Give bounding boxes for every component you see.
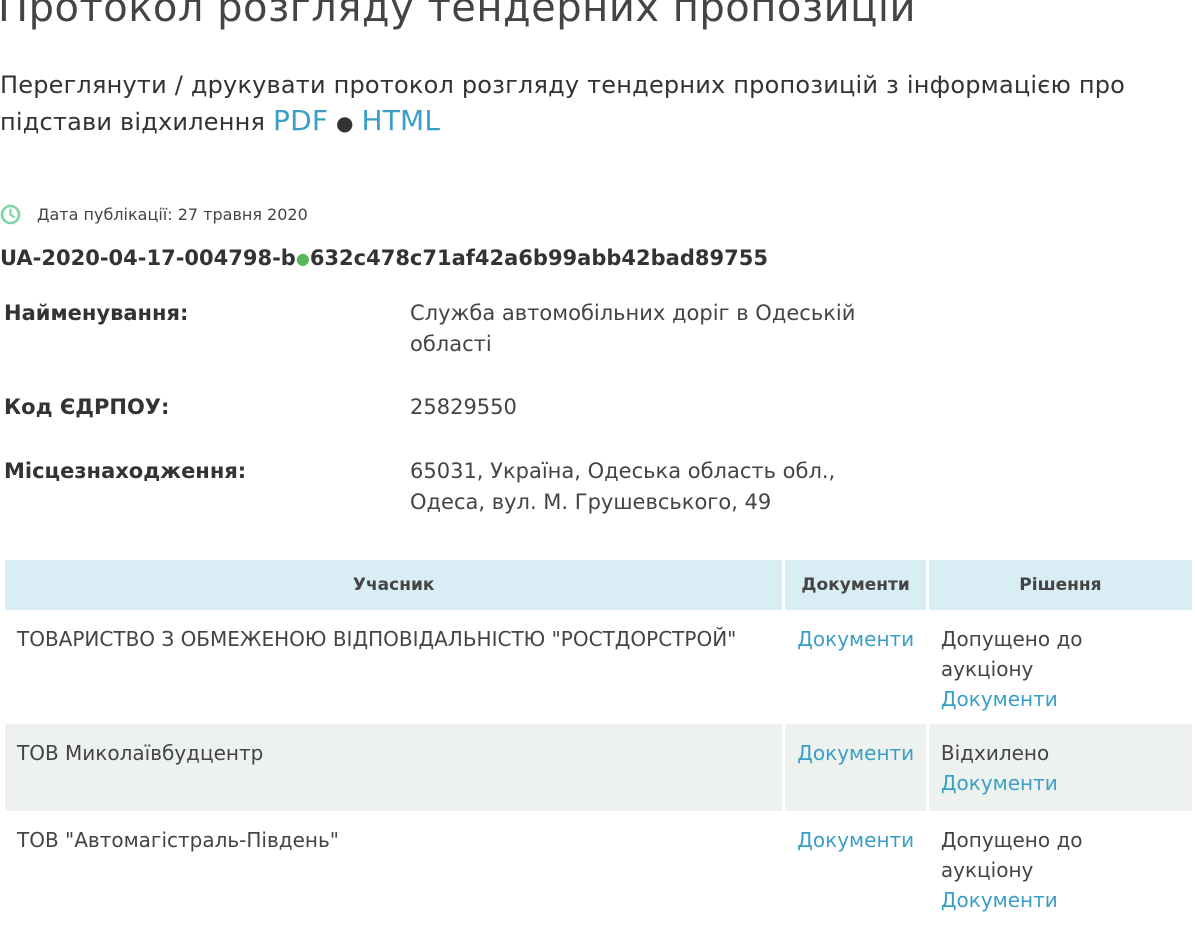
participants-table: Учасник Документи Рішення ТОВАРИСТВО З О… [2, 560, 1195, 925]
tender-id-dot: ● [295, 249, 310, 268]
decision-documents-link[interactable]: Документи [941, 888, 1058, 912]
info-row-name: Найменування: Служба автомобільних доріг… [4, 298, 904, 362]
location-value: 65031, Україна, Одеська область обл., Од… [410, 459, 836, 514]
header-documents: Документи [785, 560, 926, 610]
participant-name: ТОВ Миколаївбудцентр [5, 724, 783, 811]
decision-status: Допущено до аукціону [940, 828, 1083, 882]
publication-date-label: Дата публікації: 27 травня 2020 [37, 204, 308, 224]
decision-documents-link[interactable]: Документи [941, 687, 1058, 711]
name-value: Служба автомобільних доріг в Одеській об… [410, 301, 856, 356]
pdf-link[interactable]: PDF [273, 104, 328, 137]
info-row-location: Місцезнаходження: 65031, Україна, Одеськ… [4, 456, 904, 520]
location-label: Місцезнаходження: [4, 459, 247, 483]
table-header-row: Учасник Документи Рішення [5, 560, 1192, 610]
tender-id: UA-2020-04-17-004798-b●632c478c71af42a6b… [0, 246, 768, 270]
protocol-description: Переглянути / друкувати протокол розгляд… [0, 68, 1180, 141]
code-value: 25829550 [410, 395, 517, 419]
page-title: Протокол розгляду тендерних пропозицій [0, 0, 916, 31]
header-participant: Учасник [5, 560, 783, 610]
table-row: ТОВАРИСТВО З ОБМЕЖЕНОЮ ВІДПОВІДАЛЬНІСТЮ … [5, 610, 1192, 724]
decision-documents-link[interactable]: Документи [941, 771, 1058, 795]
documents-link[interactable]: Документи [797, 828, 914, 852]
info-row-code: Код ЄДРПОУ: 25829550 [4, 392, 904, 424]
clock-icon [0, 204, 21, 225]
table-row: ТОВ Миколаївбудцентр Документи Відхилено… [5, 724, 1192, 811]
publication-date: Дата публікації: 27 травня 2020 [0, 202, 308, 226]
decision-status: Відхилено [940, 741, 1050, 765]
html-link[interactable]: HTML [361, 104, 440, 137]
participant-name: ТОВ "Автомагістраль-Південь" [5, 811, 783, 925]
code-label: Код ЄДРПОУ: [4, 395, 170, 419]
link-separator: ● [335, 111, 354, 135]
header-decision: Рішення [928, 560, 1192, 610]
tender-id-suffix: 632c478c71af42a6b99abb42bad89755 [309, 246, 768, 270]
participant-name: ТОВАРИСТВО З ОБМЕЖЕНОЮ ВІДПОВІДАЛЬНІСТЮ … [5, 610, 783, 724]
tender-id-prefix: UA-2020-04-17-004798-b [0, 246, 296, 270]
table-row: ТОВ "Автомагістраль-Південь" Документи Д… [5, 811, 1192, 925]
documents-link[interactable]: Документи [797, 741, 914, 765]
decision-status: Допущено до аукціону [940, 627, 1083, 681]
name-label: Найменування: [4, 301, 189, 325]
documents-link[interactable]: Документи [797, 627, 914, 651]
protocol-description-text: Переглянути / друкувати протокол розгляд… [0, 71, 1126, 136]
